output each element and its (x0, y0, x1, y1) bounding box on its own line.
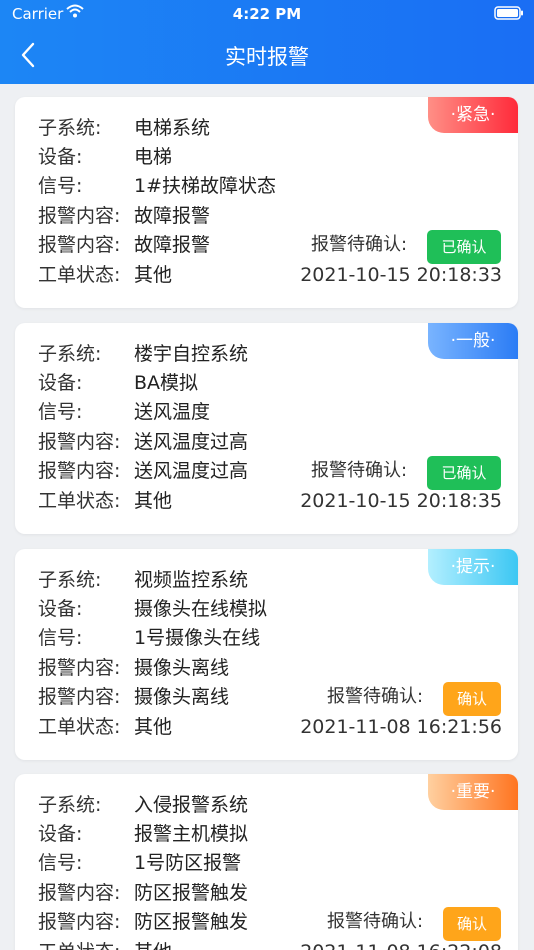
level-tag: ·一般· (428, 323, 518, 359)
content-value: 故障报警 (134, 205, 211, 227)
level-tag: ·提示· (428, 549, 518, 585)
pending-label: 报警待确认: (327, 911, 424, 932)
alarm-card[interactable]: ·紧急· 子系统: 电梯系统 设备: 电梯 信号: 1#扶梯故障状态 报警内容: 故障报… (15, 97, 518, 308)
subsystem-row: 子系统: 视频监控系统 (38, 566, 248, 594)
signal-row: 信号: 送风温度 (38, 398, 210, 426)
signal-value: 1#扶梯故障状态 (134, 175, 277, 197)
nav-bar: 实时报警 (0, 28, 534, 84)
workorder-value: 其他 (134, 490, 173, 512)
device-value: BA模拟 (134, 372, 199, 394)
subsystem-value: 楼宇自控系统 (134, 343, 249, 365)
signal-row: 信号: 1号摄像头在线 (38, 624, 260, 652)
battery-icon (494, 6, 523, 20)
signal-row: 信号: 1#扶梯故障状态 (38, 172, 276, 200)
signal-value: 1号防区报警 (134, 852, 242, 874)
confirmed-button[interactable]: 已确认 (427, 230, 501, 264)
confirmed-button[interactable]: 已确认 (427, 456, 501, 490)
content-row-2: 报警内容: 故障报警 (38, 231, 210, 259)
alarm-card[interactable]: ·提示· 子系统: 视频监控系统 设备: 摄像头在线模拟 信号: 1号摄像头在线 报警… (15, 549, 518, 760)
device-row: 设备: 摄像头在线模拟 (38, 595, 267, 623)
device-row: 设备: 报警主机模拟 (38, 820, 248, 848)
signal-value: 送风温度 (134, 401, 211, 423)
content-value-2: 防区报警触发 (134, 911, 249, 933)
subsystem-row: 子系统: 电梯系统 (38, 114, 210, 142)
workorder-row: 工单状态:其他 (38, 487, 172, 515)
alarm-datetime: 2021-11-08 16:22:08 (300, 938, 502, 950)
content-row: 报警内容: 防区报警触发 (38, 879, 248, 907)
device-value: 报警主机模拟 (134, 823, 249, 845)
pending-label: 报警待确认: (311, 234, 408, 255)
content-row: 报警内容: 故障报警 (38, 202, 210, 230)
content-value: 摄像头离线 (134, 657, 230, 679)
confirm-button[interactable]: 确认 (443, 907, 501, 941)
workorder-row: 工单状态:其他 (38, 713, 172, 741)
content-value: 防区报警触发 (134, 882, 249, 904)
content-row: 报警内容: 摄像头离线 (38, 654, 229, 682)
content-value-2: 送风温度过高 (134, 460, 249, 482)
alarm-card[interactable]: ·一般· 子系统: 楼宇自控系统 设备: BA模拟 信号: 送风温度 报警内容: 送风温… (15, 323, 518, 534)
workorder-row: 工单状态:其他 (38, 938, 172, 950)
alarm-card[interactable]: ·重要· 子系统: 入侵报警系统 设备: 报警主机模拟 信号: 1号防区报警 报警内容… (15, 774, 518, 950)
device-value: 电梯 (134, 146, 173, 168)
subsystem-value: 视频监控系统 (134, 569, 249, 591)
level-tag: ·重要· (428, 774, 518, 810)
signal-value: 1号摄像头在线 (134, 627, 261, 649)
alarm-datetime: 2021-10-15 20:18:35 (300, 490, 502, 512)
content-value: 送风温度过高 (134, 431, 249, 453)
level-tag: ·紧急· (428, 97, 518, 133)
content-row-2: 报警内容: 送风温度过高 (38, 457, 248, 485)
confirm-button[interactable]: 确认 (443, 682, 501, 716)
content-row-2: 报警内容: 摄像头离线 (38, 683, 229, 711)
page-title: 实时报警 (225, 45, 309, 69)
alarm-list[interactable]: ·紧急· 子系统: 电梯系统 设备: 电梯 信号: 1#扶梯故障状态 报警内容: 故障报… (0, 84, 534, 950)
clock: 4:22 PM (232, 5, 302, 23)
content-value-2: 故障报警 (134, 234, 211, 256)
content-value-2: 摄像头离线 (134, 686, 230, 708)
subsystem-row: 子系统: 楼宇自控系统 (38, 340, 248, 368)
subsystem-value: 入侵报警系统 (134, 794, 249, 816)
workorder-value: 其他 (134, 938, 172, 950)
alarm-datetime: 2021-10-15 20:18:33 (300, 264, 502, 286)
workorder-value: 其他 (134, 716, 173, 738)
subsystem-row: 子系统: 入侵报警系统 (38, 791, 248, 819)
subsystem-value: 电梯系统 (134, 117, 211, 139)
pending-label: 报警待确认: (327, 686, 424, 707)
alarm-datetime: 2021-11-08 16:21:56 (300, 716, 502, 738)
status-bar: Carrier 4:22 PM (0, 0, 534, 28)
device-row: 设备: 电梯 (38, 143, 172, 171)
device-row: 设备: BA模拟 (38, 369, 198, 397)
workorder-row: 工单状态:其他 (38, 261, 172, 289)
signal-row: 信号: 1号防区报警 (38, 849, 241, 877)
pending-label: 报警待确认: (311, 460, 408, 481)
content-row: 报警内容: 送风温度过高 (38, 428, 248, 456)
workorder-value: 其他 (134, 264, 173, 286)
app-header: Carrier 4:22 PM 实时报警 (0, 0, 534, 84)
device-value: 摄像头在线模拟 (134, 598, 268, 620)
content-row-2: 报警内容: 防区报警触发 (38, 908, 248, 936)
